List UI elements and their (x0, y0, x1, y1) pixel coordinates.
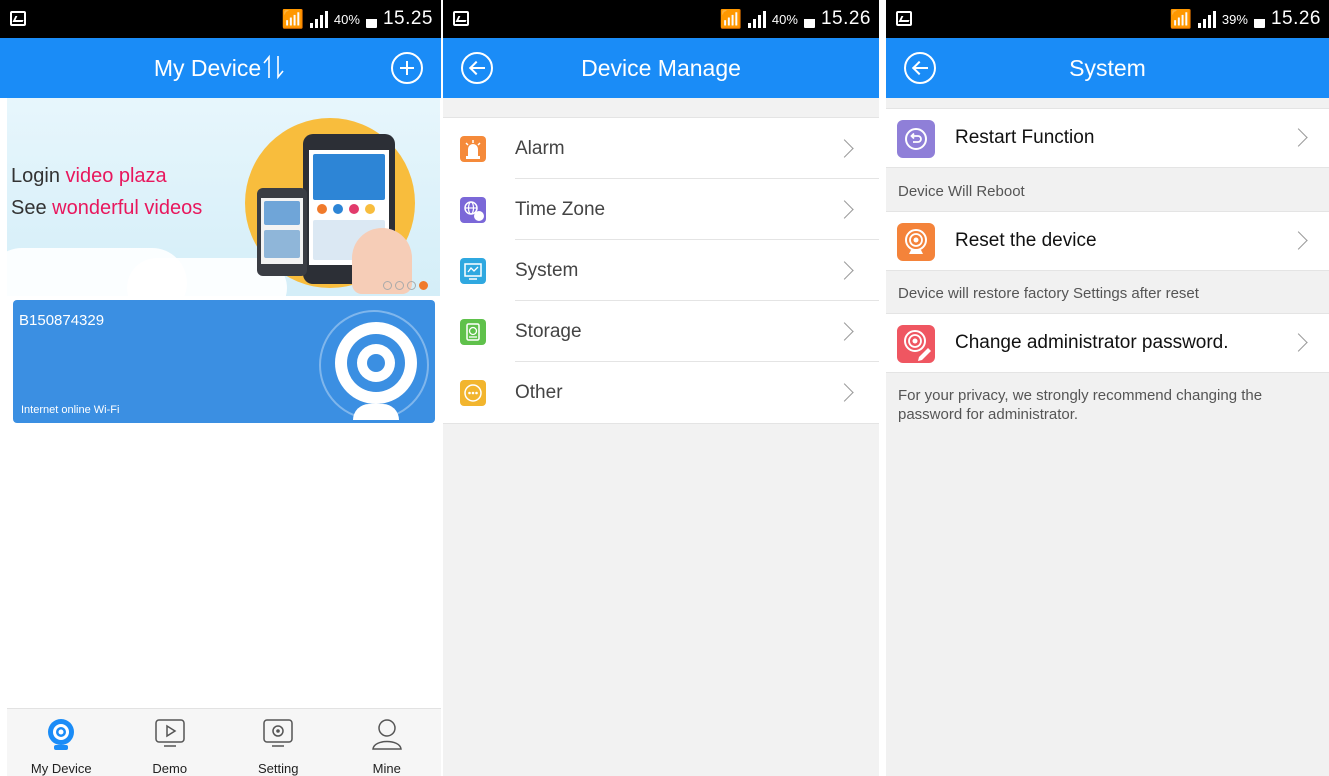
item-label: Restart Function (955, 127, 1095, 148)
tab-my-device[interactable]: My Device (7, 709, 116, 776)
system-screen: 📶 39% 15.26 System Restart Function Devi… (886, 0, 1329, 776)
wifi-icon: 📶 (719, 9, 742, 29)
item-label: Change administrator password. (955, 332, 1229, 353)
signal-icon (1197, 10, 1216, 28)
battery-icon (1253, 10, 1265, 28)
user-icon (370, 717, 404, 751)
monitor-icon (460, 258, 486, 284)
my-device-screen: 📶 40% 15.25 My Device Login video plaza … (0, 0, 441, 776)
banner-pagination[interactable] (383, 281, 428, 290)
device-card[interactable]: B150874329 Internet online Wi-Fi (13, 300, 435, 423)
page-dot[interactable] (395, 281, 404, 290)
signal-icon (309, 10, 328, 28)
chevron-right-icon (835, 139, 854, 158)
battery-percent: 40% (333, 11, 360, 27)
list-item-system[interactable]: System (443, 240, 879, 301)
device-manage-list: Alarm Time Zone System Storage Other (443, 117, 879, 424)
app-header: System (886, 38, 1329, 98)
tab-demo[interactable]: Demo (116, 709, 225, 776)
device-status: Internet online Wi-Fi (21, 404, 120, 416)
clock: 15.26 (1270, 8, 1321, 29)
page-dot[interactable] (383, 281, 392, 290)
tab-label: My Device (30, 761, 92, 776)
gallery-notification-icon (453, 11, 469, 26)
device-id: B150874329 (19, 312, 105, 329)
tab-mine[interactable]: Mine (333, 709, 442, 776)
sort-icon[interactable] (261, 54, 287, 80)
status-bar: 📶 40% 15.26 (443, 0, 879, 38)
battery-icon (803, 10, 815, 28)
list-item-storage[interactable]: Storage (443, 301, 879, 362)
globe-clock-icon (460, 197, 486, 223)
restart-icon (897, 120, 935, 158)
camera-icon (44, 717, 78, 751)
chevron-right-icon (835, 383, 854, 402)
device-manage-screen: 📶 40% 15.26 Device Manage Alarm Time Zon… (443, 0, 879, 776)
gallery-notification-icon (896, 11, 912, 26)
reset-icon (897, 223, 935, 261)
status-bar: 📶 40% 15.25 (0, 0, 441, 38)
restart-note: Device Will Reboot (898, 183, 1025, 200)
list-item-other[interactable]: Other (443, 362, 879, 423)
list-item-label: Storage (515, 321, 582, 342)
reset-note: Device will restore factory Settings aft… (898, 285, 1199, 302)
page-title-wrap: My Device (0, 38, 441, 98)
list-item-label: Other (515, 382, 563, 403)
battery-percent: 39% (1221, 11, 1248, 27)
banner-line2-highlight: wonderful videos (52, 197, 203, 219)
gallery-notification-icon (10, 11, 26, 26)
wifi-icon: 📶 (281, 9, 304, 29)
page-title: System (1069, 55, 1146, 81)
signal-icon (747, 10, 766, 28)
banner-line1-prefix: Login (11, 165, 66, 187)
banner-text: Login video plaza See wonderful videos (11, 160, 202, 224)
page-dot-active[interactable] (419, 281, 428, 290)
promo-banner[interactable]: Login video plaza See wonderful videos (7, 98, 440, 296)
tab-label: Demo (152, 761, 188, 776)
wifi-icon: 📶 (1169, 9, 1192, 29)
battery-icon (365, 10, 377, 28)
settings-icon (261, 717, 295, 751)
alarm-icon (460, 136, 486, 162)
banner-line1-highlight: video plaza (65, 165, 167, 187)
list-item-label: Time Zone (515, 199, 606, 220)
page-title: My Device (153, 55, 262, 81)
play-icon (153, 717, 187, 751)
page-dot[interactable] (407, 281, 416, 290)
chevron-right-icon (1289, 231, 1308, 250)
chevron-right-icon (1289, 333, 1308, 352)
chevron-right-icon (1289, 128, 1308, 147)
list-item-alarm[interactable]: Alarm (443, 118, 879, 179)
more-icon (460, 380, 486, 406)
add-device-button[interactable] (391, 52, 423, 84)
password-icon (897, 325, 935, 363)
app-header: My Device (0, 38, 441, 98)
storage-icon (460, 319, 486, 345)
clock: 15.25 (382, 8, 433, 29)
clock: 15.26 (820, 8, 871, 29)
phone-small-illustration (257, 188, 307, 276)
password-note: For your privacy, we strongly recommend … (898, 387, 1263, 423)
chevron-right-icon (835, 261, 854, 280)
restart-function-item[interactable]: Restart Function (886, 108, 1329, 168)
change-password-item[interactable]: Change administrator password. (886, 313, 1329, 373)
page-title: Device Manage (581, 55, 741, 81)
chevron-right-icon (835, 322, 854, 341)
reset-device-item[interactable]: Reset the device (886, 211, 1329, 271)
list-item-label: Alarm (515, 138, 565, 159)
battery-percent: 40% (771, 11, 798, 27)
app-header: Device Manage (443, 38, 879, 98)
tab-setting[interactable]: Setting (224, 709, 333, 776)
tab-label: Mine (372, 761, 401, 776)
list-item-label: System (515, 260, 579, 281)
bottom-tab-bar: My Device Demo Setting Mine (7, 708, 441, 776)
list-item-time-zone[interactable]: Time Zone (443, 179, 879, 240)
item-label: Reset the device (955, 230, 1097, 251)
banner-line2-prefix: See (11, 197, 53, 219)
tab-label: Setting (258, 761, 299, 776)
status-bar: 📶 39% 15.26 (886, 0, 1329, 38)
chevron-right-icon (835, 200, 854, 219)
